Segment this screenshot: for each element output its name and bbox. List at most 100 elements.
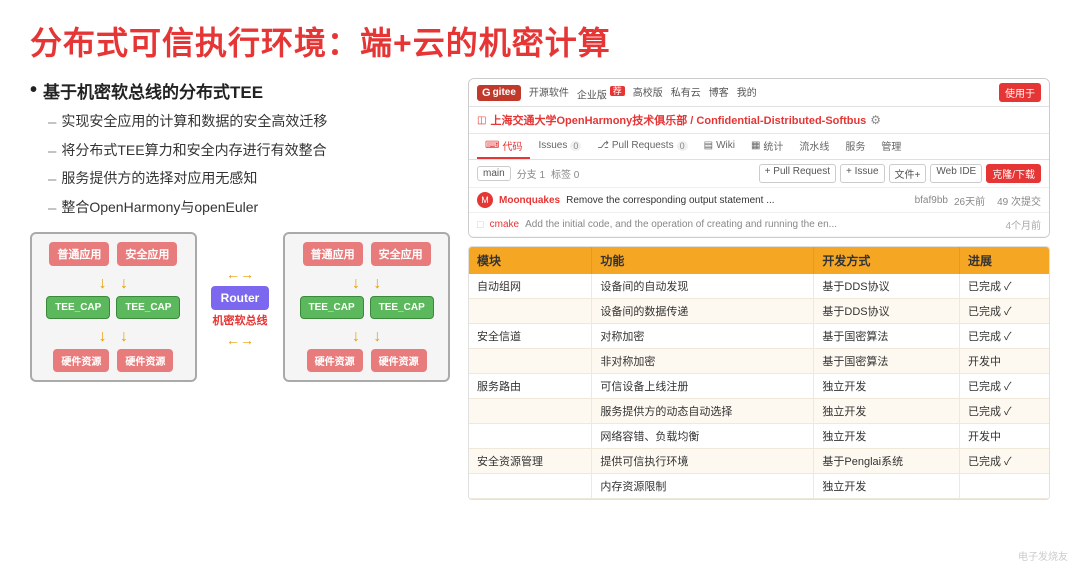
- gitee-search-btn[interactable]: 使用于: [999, 83, 1041, 102]
- repo-path[interactable]: 上海交通大学OpenHarmony技术俱乐部 / Confidential-Di…: [490, 112, 866, 128]
- folder-icon: □: [477, 219, 484, 231]
- action-buttons: + Pull Request + Issue 文件+ Web IDE 克隆/下载: [759, 164, 1041, 183]
- table-cell-7-2: 基于Penglai系统: [814, 449, 960, 474]
- dash-icon-2: –: [48, 141, 56, 164]
- content-row: • 基于机密软总线的分布式TEE – 实现安全应用的计算和数据的安全高效迁移 –…: [30, 78, 1050, 500]
- web-ide-btn[interactable]: Web IDE: [930, 164, 982, 183]
- tee-box-left-2: TEE_CAP: [116, 296, 180, 319]
- table-cell-1-2: 基于DDS协议: [814, 299, 960, 324]
- tab-manage[interactable]: 管理: [873, 134, 909, 159]
- file-time: 4个月前: [1005, 217, 1041, 232]
- hw-box-right-2: 硬件资源: [371, 349, 427, 372]
- table-cell-4-0: 服务路由: [469, 374, 592, 399]
- hw-row-right: 硬件资源 硬件资源: [295, 349, 438, 372]
- fork-count: 分支 1: [517, 166, 545, 181]
- pr-badge: 0: [677, 141, 688, 151]
- tab-wiki[interactable]: ▤ Wiki: [696, 134, 743, 159]
- sub-bullet-4: – 整合OpenHarmony与openEuler: [48, 197, 450, 221]
- nav-blog[interactable]: 博客: [709, 84, 729, 101]
- dash-icon-4: –: [48, 198, 56, 221]
- tee-box-left-1: TEE_CAP: [46, 296, 110, 319]
- gitee-mockup: G gitee 开源软件 企业版 荐 高校版 私有云 博客 我的 使用于: [468, 78, 1050, 238]
- dash-icon-1: –: [48, 112, 56, 135]
- nav-private[interactable]: 私有云: [671, 84, 701, 101]
- issue-btn[interactable]: + Issue: [840, 164, 885, 183]
- router-box[interactable]: Router: [211, 286, 270, 310]
- table-cell-2-0: 安全信道: [469, 324, 592, 349]
- table-row: 安全信道对称加密基于国密算法已完成 ✓: [469, 324, 1049, 349]
- clone-download-btn[interactable]: 克隆/下载: [986, 164, 1041, 183]
- table-cell-4-2: 独立开发: [814, 374, 960, 399]
- table-cell-8-1: 内存资源限制: [592, 474, 814, 499]
- table-cell-1-0: [469, 299, 592, 324]
- table-cell-1-3: 已完成 ✓: [959, 299, 1049, 324]
- commit-message: Remove the corresponding output statemen…: [566, 195, 908, 206]
- col-module: 模块: [469, 247, 592, 274]
- gitee-branch-row: main 分支 1 标签 0 + Pull Request + Issue 文件…: [469, 160, 1049, 188]
- table-row: 非对称加密基于国密算法开发中: [469, 349, 1049, 374]
- table-header-row: 模块 功能 开发方式 进展: [469, 247, 1049, 274]
- repo-icon: ◫: [477, 115, 486, 126]
- issues-badge: 0: [570, 141, 581, 151]
- tab-stats[interactable]: ▦ 统计: [743, 134, 791, 159]
- arrow-down-right: ↓ ↓: [295, 276, 438, 292]
- left-column: • 基于机密软总线的分布式TEE – 实现安全应用的计算和数据的安全高效迁移 –…: [30, 78, 450, 500]
- diagram-area: 普通应用 安全应用 ↓ ↓ TEE_CAP TEE_CAP ↓ ↓ 硬件资源 硬…: [30, 232, 450, 382]
- sub-bullets-list: – 实现安全应用的计算和数据的安全高效迁移 – 将分布式TEE算力和安全内存进行…: [48, 111, 450, 220]
- right-column: G gitee 开源软件 企业版 荐 高校版 私有云 博客 我的 使用于: [468, 78, 1050, 500]
- tab-pr[interactable]: ⎇ Pull Requests 0: [589, 134, 695, 159]
- bullet-dot: •: [30, 78, 37, 102]
- table-cell-3-0: [469, 349, 592, 374]
- col-progress: 进展: [959, 247, 1049, 274]
- tag-count: 标签 0: [551, 166, 579, 181]
- gitee-logo: G gitee: [477, 85, 521, 101]
- nav-enterprise[interactable]: 企业版 荐: [577, 84, 625, 101]
- app-box-normal-left: 普通应用: [49, 242, 109, 266]
- repo-settings-icon: ⚙: [870, 113, 881, 127]
- commit-user: Moonquakes: [499, 195, 560, 206]
- gitee-navbar: G gitee 开源软件 企业版 荐 高校版 私有云 博客 我的 使用于: [469, 79, 1049, 107]
- gitee-logo-g: G: [482, 87, 491, 99]
- app-box-secure-right: 安全应用: [371, 242, 431, 266]
- table-cell-5-0: [469, 399, 592, 424]
- sub-bullet-1: – 实现安全应用的计算和数据的安全高效迁移: [48, 111, 450, 135]
- hw-row-left: 硬件资源 硬件资源: [42, 349, 185, 372]
- table-cell-0-3: 已完成 ✓: [959, 274, 1049, 299]
- commit-hash[interactable]: bfaf9bb: [915, 195, 948, 206]
- branch-dropdown[interactable]: main: [477, 166, 511, 181]
- tab-service[interactable]: 服务: [837, 134, 873, 159]
- file-btn[interactable]: 文件+: [889, 164, 927, 183]
- app-box-secure-left: 安全应用: [117, 242, 177, 266]
- router-connector: ←→ Router 机密软总线 ←→: [211, 232, 270, 382]
- hw-box-left-2: 硬件资源: [117, 349, 173, 372]
- file-name[interactable]: cmake: [490, 219, 519, 230]
- table-cell-0-1: 设备间的自动发现: [592, 274, 814, 299]
- nav-open-source[interactable]: 开源软件: [529, 84, 569, 101]
- watermark: 电子发烧友: [1018, 548, 1068, 563]
- table-cell-4-1: 可信设备上线注册: [592, 374, 814, 399]
- table-cell-6-0: [469, 424, 592, 449]
- nav-university[interactable]: 高校版: [633, 84, 663, 101]
- table-cell-2-1: 对称加密: [592, 324, 814, 349]
- gitee-brand-text: gitee: [493, 87, 516, 98]
- table-row: 网络容错、负载均衡独立开发开发中: [469, 424, 1049, 449]
- nav-mine[interactable]: 我的: [737, 84, 757, 101]
- tab-pipeline[interactable]: 流水线: [791, 134, 837, 159]
- tee-box-right-1: TEE_CAP: [300, 296, 364, 319]
- diagram-left-box: 普通应用 安全应用 ↓ ↓ TEE_CAP TEE_CAP ↓ ↓ 硬件资源 硬…: [30, 232, 197, 382]
- col-dev-method: 开发方式: [814, 247, 960, 274]
- gitee-nav[interactable]: 开源软件 企业版 荐 高校版 私有云 博客 我的: [529, 84, 757, 101]
- table-cell-8-2: 独立开发: [814, 474, 960, 499]
- pull-request-btn[interactable]: + Pull Request: [759, 164, 836, 183]
- table-cell-8-0: [469, 474, 592, 499]
- table-row: 安全资源管理提供可信执行环境基于Penglai系统已完成 ✓: [469, 449, 1049, 474]
- table-cell-0-2: 基于DDS协议: [814, 274, 960, 299]
- tab-issues[interactable]: Issues 0: [530, 134, 589, 159]
- arrow-down-right2: ↓ ↓: [295, 329, 438, 345]
- gitee-file-row: □ cmake Add the initial code, and the op…: [469, 213, 1049, 237]
- arrow-right-router: ←→: [226, 332, 254, 348]
- table-cell-0-0: 自动组网: [469, 274, 592, 299]
- tab-code[interactable]: ⌨ 代码: [477, 134, 530, 159]
- progress-table: 模块 功能 开发方式 进展 自动组网设备间的自动发现基于DDS协议已完成 ✓设备…: [468, 246, 1050, 500]
- wiki-icon: ▤: [704, 140, 713, 151]
